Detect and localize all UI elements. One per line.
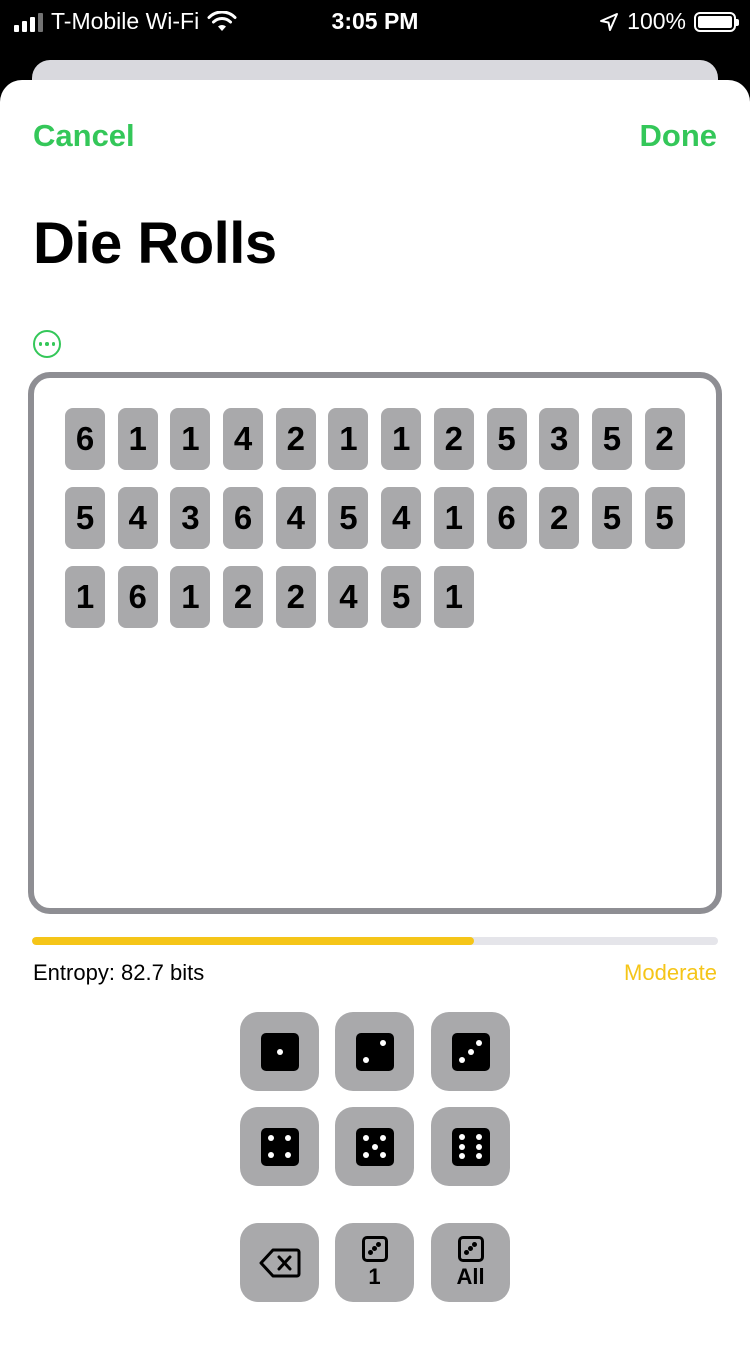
die-pip [475, 1133, 482, 1140]
roll-chip: 1 [170, 566, 211, 628]
die-pip [376, 1241, 382, 1247]
die-pip [459, 1133, 466, 1140]
roll-chip: 5 [328, 487, 369, 549]
roll-chip: 1 [65, 566, 105, 628]
rolls-grid: 61142112535254364541625516122451 [65, 408, 705, 628]
die-pip [379, 1135, 386, 1142]
die-pip [367, 1250, 373, 1256]
die-pip [475, 1040, 482, 1047]
roll-chip: 2 [275, 408, 316, 470]
die-1-button[interactable] [240, 1012, 319, 1091]
die-pip [371, 1143, 378, 1150]
roll-chip: 6 [117, 566, 158, 628]
die-face-1-icon [260, 1032, 299, 1071]
die-pip [268, 1151, 275, 1158]
die-5-button[interactable] [335, 1107, 414, 1186]
roll-chip: 1 [381, 408, 422, 470]
ellipsis-circle-icon[interactable] [33, 330, 61, 358]
roll-chip: 3 [170, 487, 211, 549]
page-title: Die Rolls [33, 211, 277, 276]
battery-icon [694, 11, 739, 32]
battery-percent: 100% [627, 8, 686, 34]
die-6-button[interactable] [431, 1107, 510, 1186]
roll-chip: 4 [223, 408, 264, 470]
roll-chip: 6 [65, 408, 105, 470]
roll-chip: 4 [117, 487, 158, 549]
roll-chip: 2 [223, 566, 264, 628]
die-pip [459, 1143, 466, 1150]
die-pip [459, 1153, 466, 1160]
roll-chip: 2 [644, 408, 685, 470]
die-pip [363, 1135, 370, 1142]
done-button[interactable]: Done [640, 118, 718, 154]
strength-label: Moderate [624, 960, 717, 985]
die-4-button[interactable] [240, 1107, 319, 1186]
roll-chip: 5 [591, 408, 632, 470]
cancel-button[interactable]: Cancel [33, 118, 135, 154]
die-pip [475, 1153, 482, 1160]
roll-one-label: 1 [368, 1263, 381, 1289]
die-pip [467, 1048, 474, 1055]
roll-chip: 5 [65, 487, 105, 549]
die-pip [284, 1135, 291, 1142]
roll-chip: 6 [486, 487, 527, 549]
roll-chip: 2 [275, 566, 316, 628]
dice-outline-icon [361, 1235, 388, 1262]
roll-all-button[interactable]: All [431, 1223, 510, 1302]
roll-chip: 5 [591, 487, 632, 549]
roll-chip: 4 [275, 487, 316, 549]
roll-chip: 4 [328, 566, 369, 628]
roll-one-button[interactable]: 1 [335, 1223, 414, 1302]
roll-chip: 4 [381, 487, 422, 549]
rolls-field[interactable]: 61142112535254364541625516122451 [28, 372, 722, 914]
die-3-button[interactable] [431, 1012, 510, 1091]
die-pip [472, 1241, 478, 1247]
roll-chip: 5 [644, 487, 685, 549]
roll-chip: 6 [223, 487, 264, 549]
die-face-2-icon [355, 1032, 394, 1071]
die-pip [459, 1056, 466, 1063]
roll-chip: 1 [170, 408, 211, 470]
die-pip [475, 1143, 482, 1150]
roll-chip: 1 [328, 408, 369, 470]
roll-chip: 5 [381, 566, 422, 628]
die-pip [284, 1151, 291, 1158]
die-face-6-icon [451, 1127, 490, 1166]
die-pip [372, 1246, 377, 1251]
die-pip [463, 1250, 469, 1256]
roll-chip: 2 [433, 408, 474, 470]
location-arrow-icon [600, 12, 619, 31]
entropy-progress-fill [32, 937, 475, 945]
backspace-button[interactable] [240, 1223, 319, 1302]
die-pip [379, 1040, 386, 1047]
roll-chip: 5 [486, 408, 527, 470]
backspace-icon [259, 1248, 300, 1277]
entropy-label: Entropy: 82.7 bits [33, 960, 205, 985]
roll-chip: 1 [117, 408, 158, 470]
entropy-progress-bar [32, 937, 718, 945]
die-face-3-icon [451, 1032, 490, 1071]
die-rolls-sheet: Cancel Done Die Rolls 611421125352543645… [0, 80, 750, 1350]
die-pip [379, 1151, 386, 1158]
status-bar: T-Mobile Wi-Fi 3:05 PM 100% [0, 0, 750, 44]
dice-outline-icon [457, 1235, 484, 1262]
die-pip [268, 1135, 275, 1142]
die-pip [276, 1048, 283, 1055]
roll-chip: 2 [539, 487, 580, 549]
roll-chip: 1 [433, 487, 474, 549]
die-face-5-icon [355, 1127, 394, 1166]
roll-chip: 3 [539, 408, 580, 470]
die-pip [468, 1246, 473, 1251]
roll-all-label: All [456, 1263, 485, 1289]
die-face-4-icon [260, 1127, 299, 1166]
die-pip [363, 1056, 370, 1063]
roll-chip: 1 [433, 566, 474, 628]
die-pip [363, 1151, 370, 1158]
die-2-button[interactable] [335, 1012, 414, 1091]
